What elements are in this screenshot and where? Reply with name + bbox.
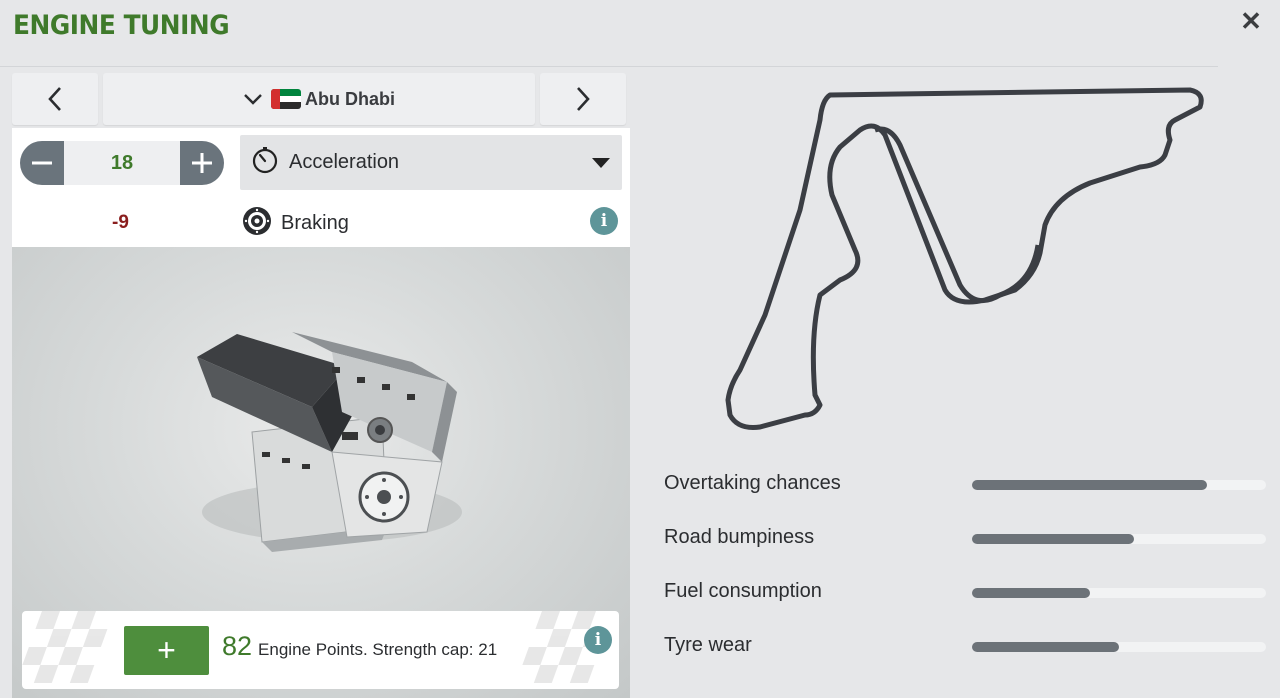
stopwatch-icon	[251, 146, 279, 179]
caret-down-icon	[592, 157, 610, 168]
stat-row: Fuel consumption	[664, 578, 1266, 632]
header-divider	[0, 66, 1218, 67]
track-selector[interactable]: Abu Dhabi	[103, 73, 535, 125]
chevron-left-icon	[47, 86, 63, 112]
stat-bar	[972, 588, 1266, 598]
tuning-stepper: 18	[20, 141, 224, 185]
minus-icon	[32, 161, 52, 165]
stat-row: Overtaking chances	[664, 470, 1266, 524]
increase-button[interactable]	[180, 141, 224, 185]
brake-disc-icon	[242, 206, 272, 241]
opposite-stat: Braking	[242, 206, 349, 241]
engine-points-amount: 82	[222, 631, 253, 661]
info-icon[interactable]: i	[590, 207, 618, 235]
stat-bar-fill	[972, 642, 1119, 652]
track-stats: Overtaking chances Road bumpiness Fuel c…	[664, 470, 1266, 686]
stat-label: Fuel consumption	[664, 580, 822, 602]
track-name: Abu Dhabi	[305, 88, 395, 109]
stat-row: Tyre wear	[664, 632, 1266, 686]
close-icon[interactable]: ✕	[1236, 6, 1266, 36]
decrease-button[interactable]	[20, 141, 64, 185]
engine-illustration	[197, 332, 462, 552]
next-track-button[interactable]	[540, 73, 626, 125]
tuning-value: 18	[64, 141, 180, 185]
add-points-button[interactable]: +	[124, 626, 209, 675]
opposite-stat-label: Braking	[281, 212, 349, 234]
uae-flag-icon	[271, 89, 301, 109]
stat-bar-fill	[972, 588, 1090, 598]
stat-bar-fill	[972, 480, 1208, 490]
checkered-pattern-left	[22, 611, 108, 683]
tuning-settings: 18 Acceleration -9 Braking i	[12, 128, 630, 247]
opposite-stat-value: -9	[112, 212, 129, 233]
engine-points-description: Engine Points. Strength cap: 21	[258, 640, 498, 659]
selected-stat-label: Acceleration	[289, 151, 400, 173]
stat-row: Road bumpiness	[664, 524, 1266, 578]
chevron-right-icon	[575, 86, 591, 112]
stat-dropdown[interactable]: Acceleration	[240, 135, 622, 190]
plus-icon	[192, 153, 212, 173]
info-icon[interactable]: i	[584, 626, 612, 654]
stat-bar-fill	[972, 534, 1134, 544]
engine-points-text: 82 Engine Points. Strength cap: 21	[222, 631, 497, 662]
stat-label: Tyre wear	[664, 634, 752, 656]
track-map	[725, 87, 1204, 430]
track-navigation: Abu Dhabi	[12, 73, 626, 125]
stat-label: Overtaking chances	[664, 472, 841, 494]
engine-points-bar: + 82 Engine Points. Strength cap: 21 i	[22, 611, 619, 689]
stat-bar	[972, 480, 1266, 490]
previous-track-button[interactable]	[12, 73, 98, 125]
stat-label: Road bumpiness	[664, 526, 815, 548]
page-title: ENGINE TUNING	[13, 10, 230, 41]
stat-bar	[972, 642, 1266, 652]
stat-bar	[972, 534, 1266, 544]
chevron-down-icon	[243, 92, 263, 106]
